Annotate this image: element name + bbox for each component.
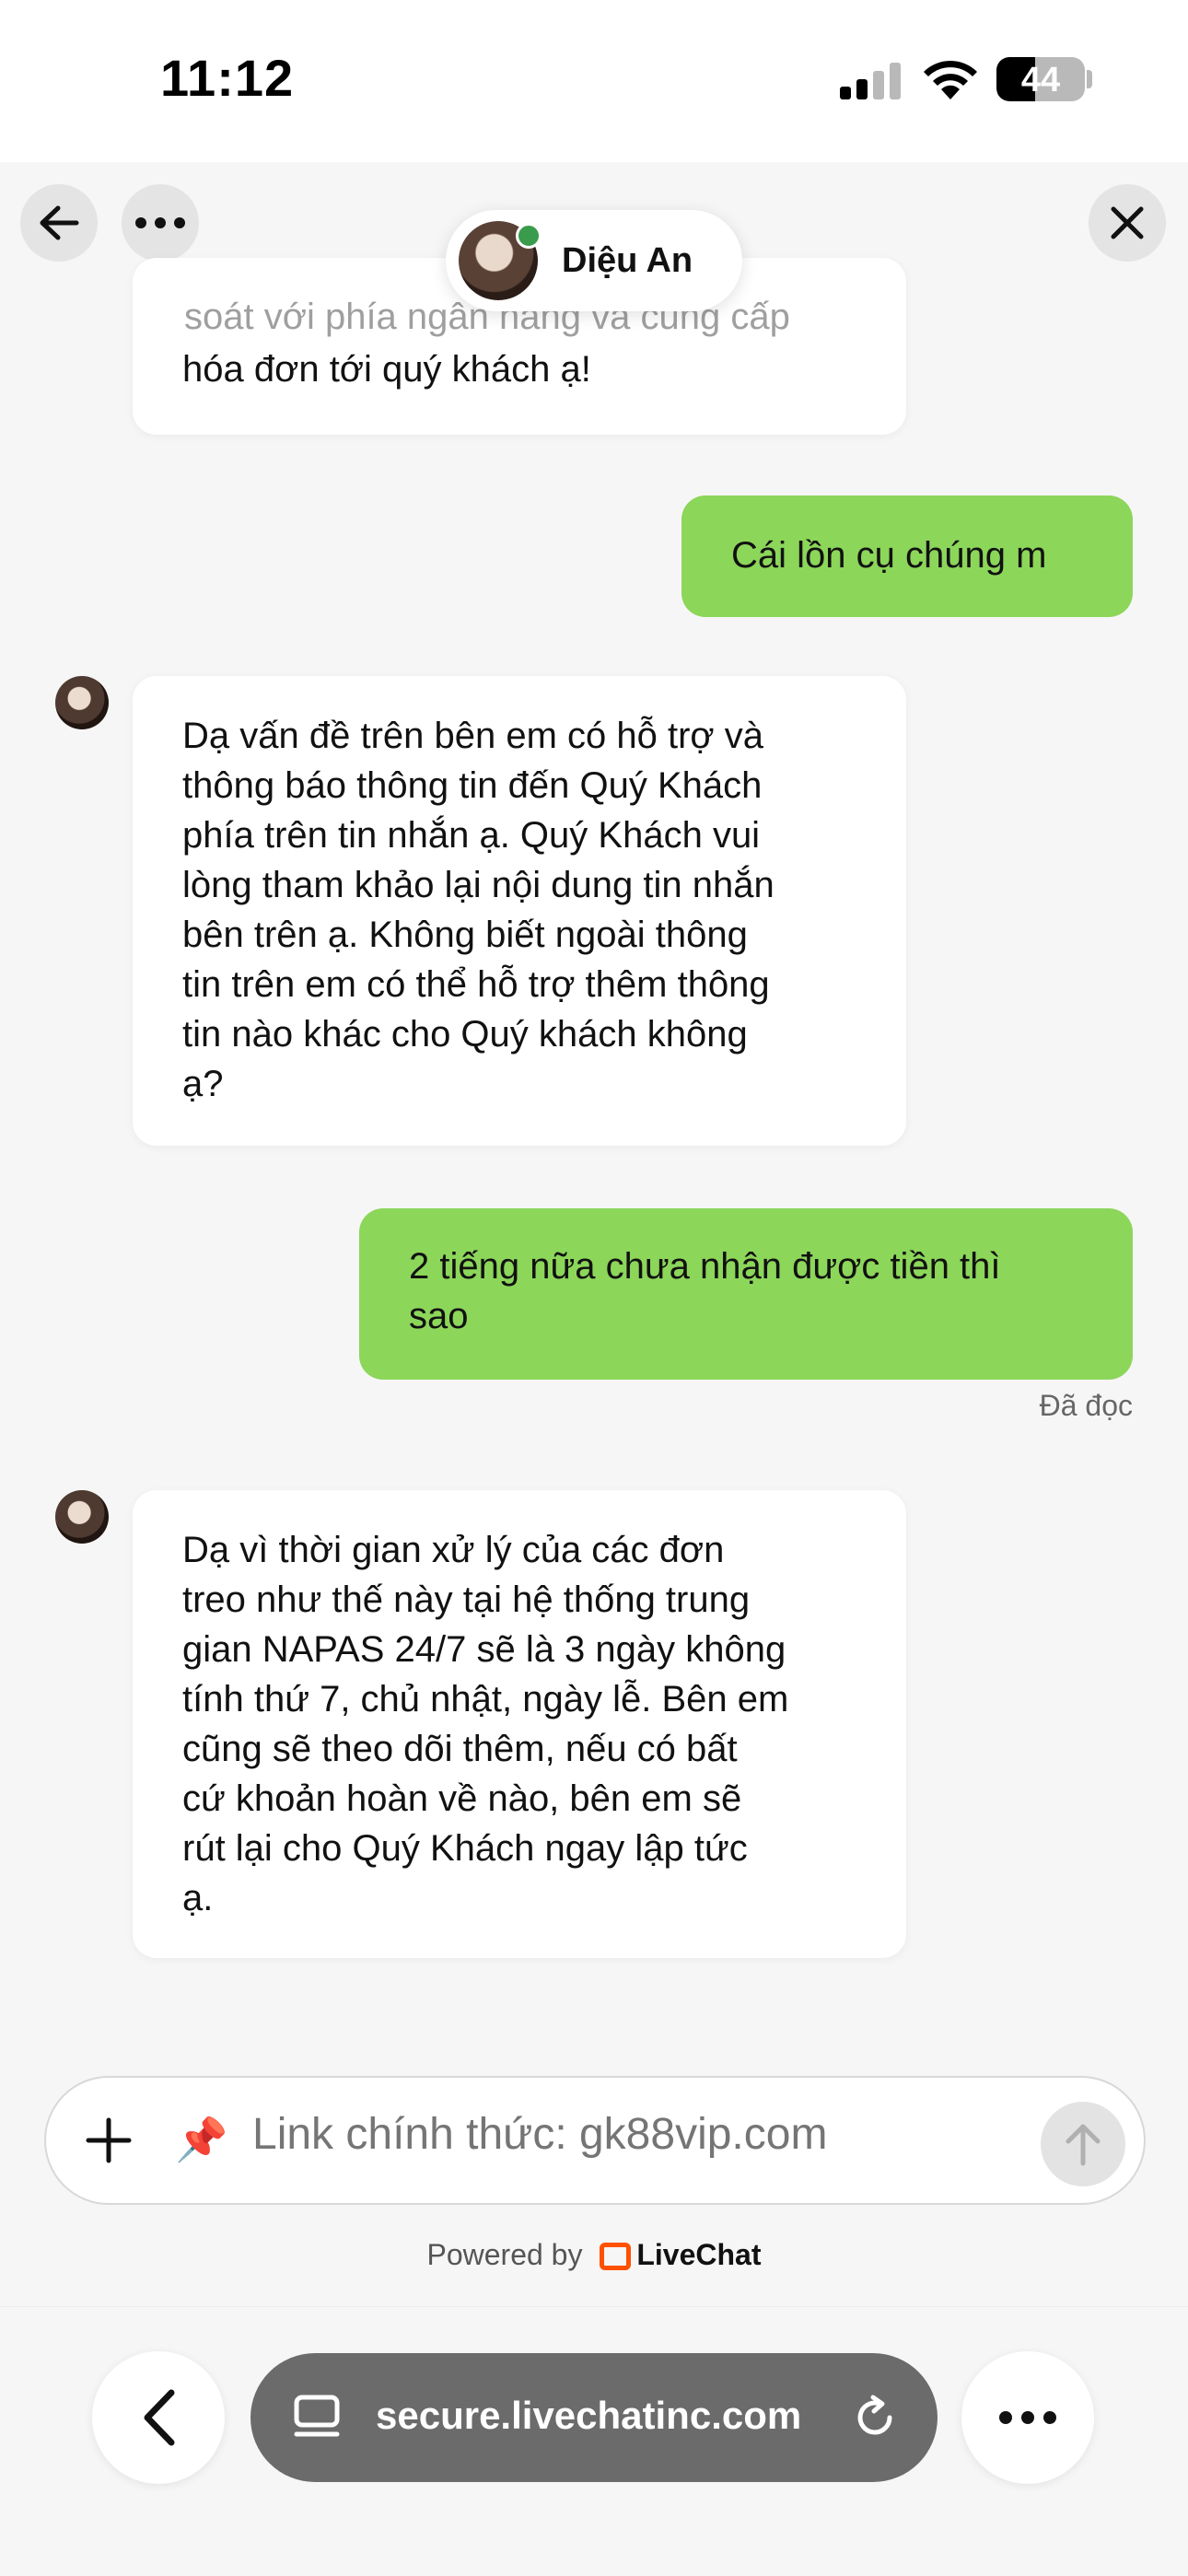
powered-by[interactable]: Powered by LiveChat [0,2238,1188,2272]
close-icon [1111,206,1144,239]
battery-icon: 44 [996,57,1085,101]
ellipsis-icon [999,2411,1056,2424]
cellular-signal-icon [840,63,901,99]
user-message-text: Cái lồn cụ chúng m [731,535,1047,576]
pin-emoji-icon: 📌 [175,2116,228,2163]
more-options-button[interactable] [122,184,199,262]
agent-message-bubble: Dạ vì thời gian xử lý của các đơn treo n… [133,1490,906,1958]
livechat-brand: LiveChat [636,2238,762,2271]
attach-button[interactable] [79,2111,138,2170]
agent-message-text: Dạ vì thời gian xử lý của các đơn treo n… [182,1530,789,1918]
message-composer: 📌 [44,2076,1146,2205]
address-bar[interactable]: secure.livechatinc.com [250,2353,938,2482]
powered-by-text: Powered by [426,2238,583,2271]
plus-icon [86,2117,132,2163]
status-bar: 11:12 44 [0,0,1188,162]
agent-info-pill[interactable]: Diệu An [446,210,742,311]
chevron-left-icon [144,2389,175,2446]
online-status-dot [516,223,542,249]
message-input[interactable] [252,2109,989,2160]
reload-icon[interactable] [851,2394,899,2442]
tab-overview-icon [294,2395,340,2437]
user-message-bubble: Cái lồn cụ chúng m [681,495,1133,617]
arrow-left-icon [40,205,79,240]
user-message-text: 2 tiếng nữa chưa nhận được tiền thì sao [409,1246,1001,1336]
back-button[interactable] [20,184,98,262]
agent-avatar-small [55,676,109,729]
battery-percent: 44 [1020,61,1061,99]
agent-name: Diệu An [562,241,693,280]
agent-message-text: Dạ vấn đề trên bên em có hỗ trợ và thông… [182,716,775,1104]
user-message-bubble: 2 tiếng nữa chưa nhận được tiền thì sao [359,1208,1133,1380]
arrow-up-icon [1066,2124,1101,2166]
read-status: Đã đọc [1039,1389,1133,1422]
agent-message-bubble: Dạ vấn đề trên bên em có hỗ trợ và thông… [133,676,906,1146]
agent-message-text: hóa đơn tới quý khách ạ! [182,349,591,390]
battery-cap [1087,70,1092,88]
url-text: secure.livechatinc.com [376,2394,802,2437]
wifi-icon [924,60,977,99]
agent-avatar-small [55,1490,109,1544]
status-time: 11:12 [160,49,295,107]
ellipsis-icon [135,217,185,228]
send-button[interactable] [1041,2102,1125,2186]
livechat-logo-icon [600,2243,632,2270]
browser-back-button[interactable] [92,2351,225,2484]
browser-more-button[interactable] [961,2351,1094,2484]
close-chat-button[interactable] [1089,184,1166,262]
browser-toolbar: secure.livechatinc.com [0,2306,1188,2576]
